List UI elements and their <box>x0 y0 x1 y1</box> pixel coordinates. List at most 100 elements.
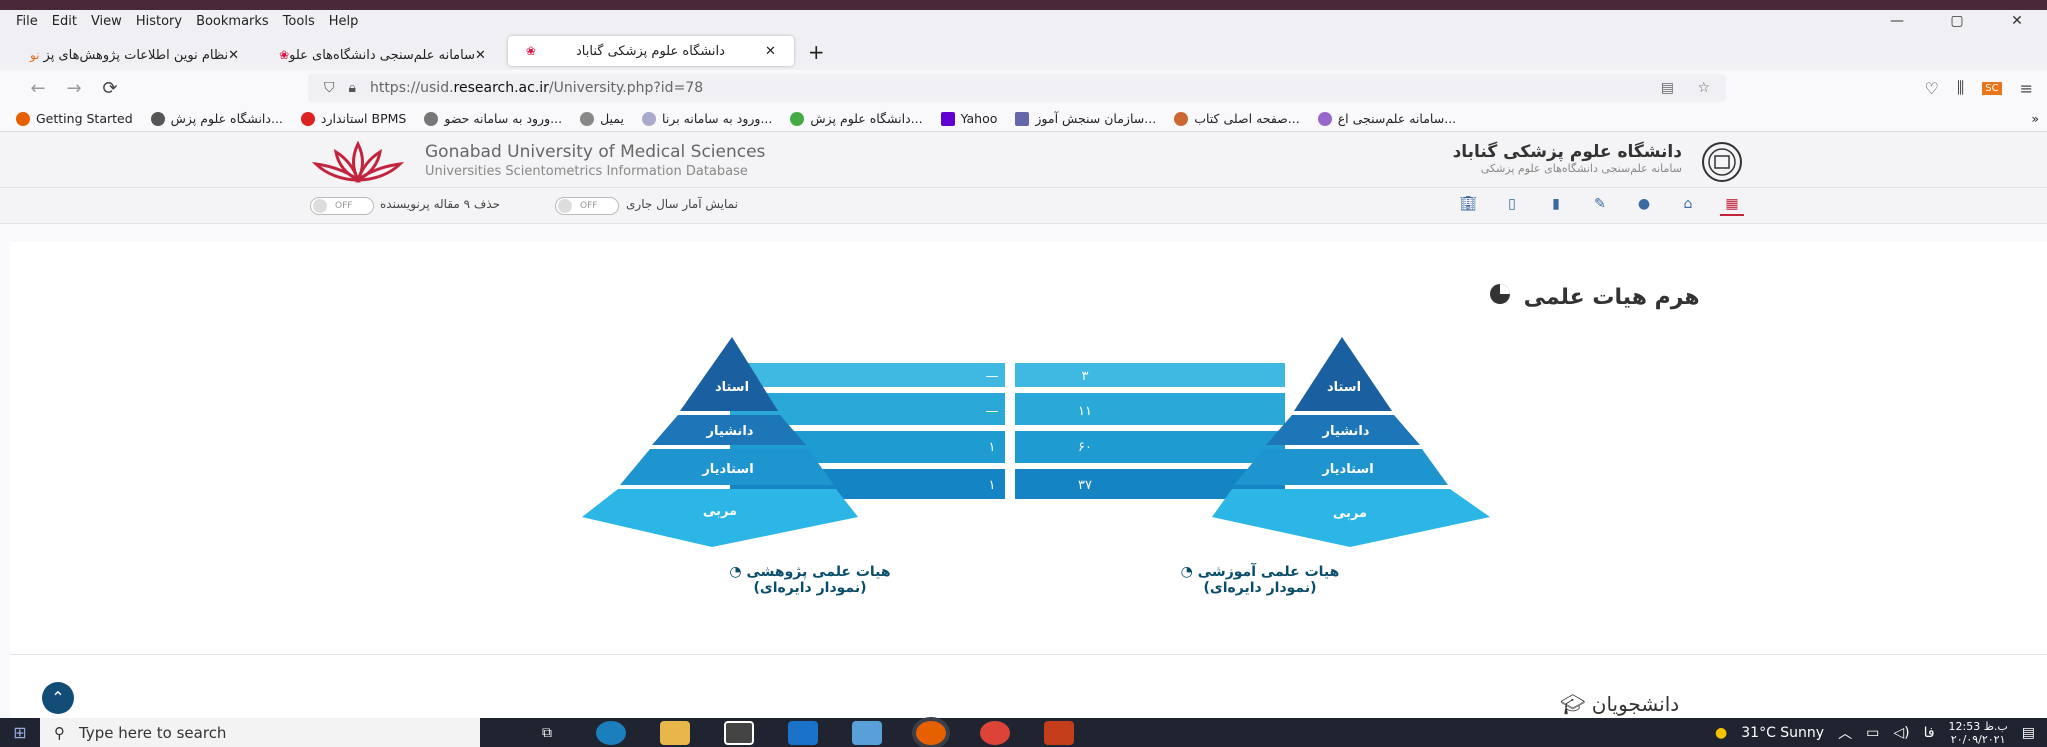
menu-edit[interactable]: Edit <box>52 14 77 29</box>
teaching-faculty-caption[interactable]: هیات علمی آموزشی ◔ (نمودار دایره‌ای) <box>1160 564 1360 596</box>
bookmark-item[interactable]: ورود به سامانه حضو... <box>424 111 562 126</box>
back-button[interactable]: ← <box>20 78 56 99</box>
user-icon[interactable]: ● <box>1632 196 1656 216</box>
reload-button[interactable]: ⟳ <box>92 78 128 99</box>
tab-label: نظام نوین اطلاعات پژوهش‌های پز <box>43 47 229 63</box>
network-icon[interactable]: ▭ <box>1866 725 1879 741</box>
bookmark-item[interactable]: Yahoo <box>940 111 997 126</box>
clock-date: ۲۰/۰۹/۲۰۲۱ <box>1950 732 2006 746</box>
hamburger-menu-icon[interactable]: ≡ <box>2020 79 2033 98</box>
toggle-current-year[interactable]: OFF <box>555 197 619 215</box>
computer-icon[interactable] <box>852 720 882 745</box>
toggle-label-current-year: نمایش آمار سال جاری <box>626 197 738 211</box>
diamond-icon <box>1317 111 1332 126</box>
grid-icon[interactable]: ▦ <box>1720 196 1744 216</box>
language-indicator[interactable]: فا <box>1924 725 1935 741</box>
menu-help[interactable]: Help <box>329 14 359 29</box>
lotus-logo-icon[interactable] <box>308 140 408 184</box>
tab-label: دانشگاه علوم پزشکی گناباد <box>576 43 725 59</box>
chrome-icon[interactable] <box>980 720 1010 745</box>
taskbar-search[interactable]: ⚲ Type here to search <box>40 718 480 747</box>
close-tab-icon[interactable]: ✕ <box>475 48 486 63</box>
building-icon[interactable]: 🏢︎ <box>1456 196 1480 216</box>
menu-view[interactable]: View <box>91 14 122 29</box>
notification-icon[interactable]: ▤ <box>2022 725 2035 741</box>
file-explorer-icon[interactable] <box>660 720 690 745</box>
shield-icon[interactable]: ⛉ <box>324 80 335 96</box>
lock-icon[interactable]: 🔒︎ <box>349 80 356 96</box>
research-value-4: ۱ <box>989 478 996 493</box>
weather-icon[interactable]: ● <box>1715 725 1727 741</box>
windows-start-icon[interactable]: ⊞ <box>0 723 40 742</box>
menu-history[interactable]: History <box>136 14 182 29</box>
url-bar[interactable]: ⛉ 🔒︎ https://usid. research.ac.ir/Univers… <box>308 74 1726 102</box>
mail-icon[interactable] <box>788 720 818 745</box>
university-title-en: Gonabad University of Medical Sciences <box>425 142 766 162</box>
tab-badge: نو <box>30 48 40 62</box>
bookmarks-overflow-icon[interactable]: » <box>2031 111 2039 126</box>
clock-time: 12:53 ب.ظ <box>1948 719 2008 733</box>
site-icon-nav: 🏢︎ ▯ ▮ ✎ ● ⌂ ▦ <box>1456 196 1744 216</box>
bookmark-item[interactable]: Getting Started <box>16 111 133 126</box>
menu-file[interactable]: File <box>16 14 38 29</box>
tab-scientometrics[interactable]: ❀ سامانه علم‌سنجی دانشگاه‌های علو ✕ <box>261 40 504 70</box>
bookmark-item[interactable]: یمیل <box>580 111 624 126</box>
teaching-value-3: ۶۰ <box>1078 440 1092 455</box>
faculty-pyramid: استاد دانشیار استادیار مربی استاد دانشیا… <box>582 337 1490 547</box>
pen-icon[interactable]: ✎ <box>1588 196 1612 216</box>
bookmark-item[interactable]: صفحه اصلی کتاب... <box>1174 111 1300 126</box>
firefox-icon[interactable] <box>916 720 946 745</box>
close-tab-icon[interactable]: ✕ <box>765 44 776 59</box>
book-icon[interactable]: ▯ <box>1500 196 1524 216</box>
store-icon[interactable] <box>724 720 754 745</box>
weather-text[interactable]: 31°C Sunny <box>1741 725 1824 741</box>
bookmark-item[interactable]: سازمان سنجش آموز... <box>1015 111 1156 126</box>
journal-icon[interactable]: ▮ <box>1544 196 1568 216</box>
minimize-button[interactable]: — <box>1867 10 1927 32</box>
bookmark-item[interactable]: دانشگاه علوم پزش... <box>790 111 923 126</box>
pyramid-left-label-2: دانشیار <box>706 424 754 439</box>
university-seal-icon <box>1702 142 1742 182</box>
pyramid-right-label-1: استاد <box>1327 380 1361 395</box>
bookmark-item[interactable]: دانشگاه علوم پزش... <box>150 111 283 126</box>
research-value-3: ۱ <box>989 440 996 455</box>
research-faculty-caption[interactable]: هیات علمی پژوهشی ◔ (نمودار دایره‌ای) <box>710 564 910 596</box>
teaching-caption-line1: هیات علمی آموزشی ◔ <box>1180 564 1340 580</box>
toolbar-right: ♡ ⫼ SC ≡ <box>1925 78 2033 98</box>
powerpoint-icon[interactable] <box>1044 720 1074 745</box>
menu-tools[interactable]: Tools <box>283 14 315 29</box>
toggle-remove-papers[interactable]: OFF <box>310 197 374 215</box>
nav-bar: ← → ⟳ ⛉ 🔒︎ https://usid. research.ac.ir/U… <box>0 70 2047 106</box>
teaching-caption-line2: (نمودار دایره‌ای) <box>1203 580 1317 596</box>
tab-research-system[interactable]: نو نظام نوین اطلاعات پژوهش‌های پز ✕ <box>12 40 257 70</box>
clock[interactable]: 12:53 ب.ظ ۲۰/۰۹/۲۰۲۱ <box>1949 720 2008 746</box>
task-view-icon[interactable]: ⧉ <box>532 721 562 745</box>
extension-icon[interactable]: SC <box>1982 81 2002 95</box>
search-icon: ⚲ <box>54 723 65 742</box>
bookmark-item[interactable]: استاندارد BPMS <box>300 111 406 126</box>
bookmark-star-icon[interactable]: ☆ <box>1697 80 1710 96</box>
tray-chevron-icon[interactable]: ︿ <box>1838 723 1852 743</box>
university-icon[interactable]: ⌂ <box>1676 196 1700 216</box>
volume-icon[interactable]: ◁) <box>1893 725 1909 741</box>
bookmark-item[interactable]: سامانه علم‌سنجی اع... <box>1317 111 1456 126</box>
close-tab-icon[interactable]: ✕ <box>228 48 239 63</box>
new-tab-button[interactable]: + <box>798 40 835 70</box>
forward-button[interactable]: → <box>56 78 92 99</box>
tab-gonabad[interactable]: ❀ دانشگاه علوم پزشکی گناباد ✕ <box>507 36 794 66</box>
scroll-to-top-button[interactable]: ⌃ <box>42 682 74 714</box>
edge-icon[interactable] <box>596 720 626 745</box>
library-icon[interactable]: ⫼ <box>1957 78 1964 98</box>
menu-bookmarks[interactable]: Bookmarks <box>196 14 269 29</box>
pie-chart-icon: ◔ <box>729 564 742 580</box>
menu-bar: File Edit View History Bookmarks Tools H… <box>0 10 2047 32</box>
bookmark-item[interactable]: ورود به سامانه برنا... <box>642 111 772 126</box>
restore-button[interactable]: ▢ <box>1927 10 1987 32</box>
pyramid-right-label-4: مربی <box>1333 506 1367 521</box>
pocket-icon[interactable]: ♡ <box>1925 79 1939 98</box>
pyramid-left-label-4: مربی <box>703 504 737 519</box>
site-toolbar: OFF حذف ۹ مقاله پرنویسنده OFF نمایش آمار… <box>0 188 2047 224</box>
close-window-button[interactable]: ✕ <box>1987 10 2047 32</box>
reader-view-icon[interactable]: ▤ <box>1661 80 1674 96</box>
section-students-title: دانشجویان 🎓︎ <box>1560 692 1679 716</box>
